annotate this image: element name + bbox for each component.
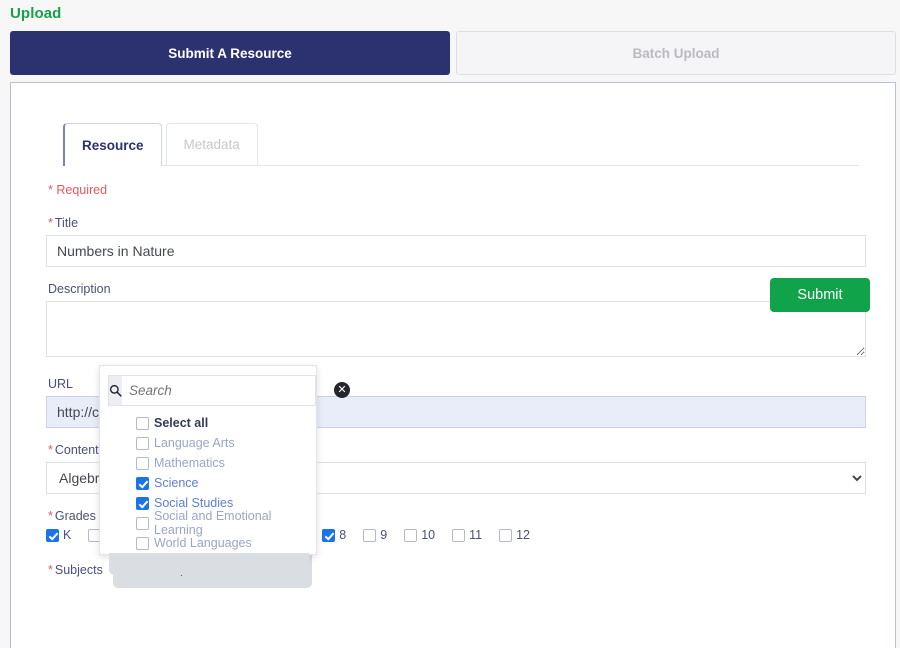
checkbox-icon[interactable] xyxy=(136,536,149,550)
grade-label: 10 xyxy=(421,528,436,542)
field-description: Description xyxy=(46,282,866,362)
required-star-content-standards: * xyxy=(48,443,53,457)
label-title-text: Title xyxy=(54,216,79,230)
grade-label: 12 xyxy=(516,528,530,542)
dropdown-option[interactable]: Mathematics xyxy=(100,453,316,473)
label-subjects-text: Subjects xyxy=(54,562,103,577)
grade-checkbox-10[interactable]: 10 xyxy=(404,528,435,542)
grade-checkbox-11[interactable]: 11 xyxy=(452,528,482,542)
dropdown-search-row: ✕ xyxy=(108,372,350,408)
checkbox-icon[interactable] xyxy=(136,516,149,530)
label-title: * Title xyxy=(48,216,866,230)
field-title: * Title xyxy=(46,216,866,267)
required-star-subjects: * xyxy=(48,562,53,577)
checkbox-icon[interactable] xyxy=(452,528,466,542)
checkbox-icon[interactable] xyxy=(136,496,149,510)
dropdown-option-list: Select all Language Arts Mathematics Scienc… xyxy=(100,413,316,553)
label-url-text: URL xyxy=(48,377,74,391)
dropdown-option-label: Social and Emotional Learning xyxy=(154,509,272,537)
checkbox-icon[interactable] xyxy=(499,528,513,542)
upload-page: Upload Submit A Resource Batch Upload Re… xyxy=(0,0,900,648)
inner-tab-bar: Resource Metadata xyxy=(63,123,859,166)
description-textarea[interactable] xyxy=(46,301,866,357)
dropdown-option-label: Science xyxy=(154,476,199,490)
label-description-text: Description xyxy=(48,282,111,296)
grade-label: 8 xyxy=(339,528,347,542)
dropdown-option-label: World Languages xyxy=(154,536,252,550)
grade-label: 11 xyxy=(469,528,483,542)
dropdown-option[interactable]: Select all xyxy=(100,413,316,433)
required-note: * Required xyxy=(48,183,108,197)
label-description: Description xyxy=(48,282,866,296)
tab-resource-label: Resource xyxy=(82,137,144,153)
dropdown-option-label: Mathematics xyxy=(154,456,225,470)
dropdown-option-label: Language Arts xyxy=(154,436,235,450)
grade-checkbox-12[interactable]: 12 xyxy=(499,528,530,542)
search-icon xyxy=(108,374,122,406)
tab-batch-upload[interactable]: Batch Upload xyxy=(456,31,896,75)
subjects-dropdown-panel: ✕ Select all Language Arts Mathematics Scie… xyxy=(99,365,350,575)
dropdown-option[interactable]: Social and Emotional Learning xyxy=(100,509,316,537)
checkbox-icon[interactable] xyxy=(136,456,149,470)
dropdown-option[interactable]: Language Arts xyxy=(100,433,316,453)
subjects-button-underlay xyxy=(109,553,309,575)
close-icon[interactable]: ✕ xyxy=(334,382,350,398)
checkbox-icon[interactable] xyxy=(363,528,377,542)
dropdown-option-label: Social Studies xyxy=(154,496,234,510)
checkbox-icon[interactable] xyxy=(46,528,59,542)
dropdown-option[interactable]: Science xyxy=(100,473,316,493)
checkbox-icon[interactable] xyxy=(136,416,149,430)
required-star-grades: * xyxy=(48,509,53,523)
checkbox-icon[interactable] xyxy=(136,436,149,450)
checkbox-icon[interactable] xyxy=(404,528,418,542)
grade-checkbox-k[interactable]: K xyxy=(46,528,71,542)
grade-label: 9 xyxy=(380,528,388,542)
submit-button-top[interactable]: Submit xyxy=(770,278,870,312)
label-grades-text: Grades xyxy=(54,509,96,523)
grade-checkbox-9[interactable]: 9 xyxy=(363,528,387,542)
tab-submit-a-resource[interactable]: Submit A Resource xyxy=(10,31,450,75)
page-title: Upload xyxy=(10,5,62,22)
top-tab-bar: Submit A Resource Batch Upload xyxy=(10,31,896,75)
title-input[interactable] xyxy=(46,235,866,267)
tab-metadata-label: Metadata xyxy=(183,137,240,152)
checkbox-icon[interactable] xyxy=(322,528,336,542)
dropdown-search-input[interactable] xyxy=(122,374,316,406)
grade-label: K xyxy=(63,528,72,542)
required-star-title: * xyxy=(48,216,53,230)
tab-submit-a-resource-label: Submit A Resource xyxy=(168,45,292,61)
tab-metadata[interactable]: Metadata xyxy=(165,123,258,165)
label-subjects: * Subjects xyxy=(48,563,103,577)
tab-batch-upload-label: Batch Upload xyxy=(632,45,720,61)
dropdown-option-label: Select all xyxy=(154,416,209,430)
checkbox-icon[interactable] xyxy=(136,476,149,490)
grade-checkbox-8[interactable]: 8 xyxy=(322,528,346,542)
tab-resource[interactable]: Resource xyxy=(63,123,162,166)
